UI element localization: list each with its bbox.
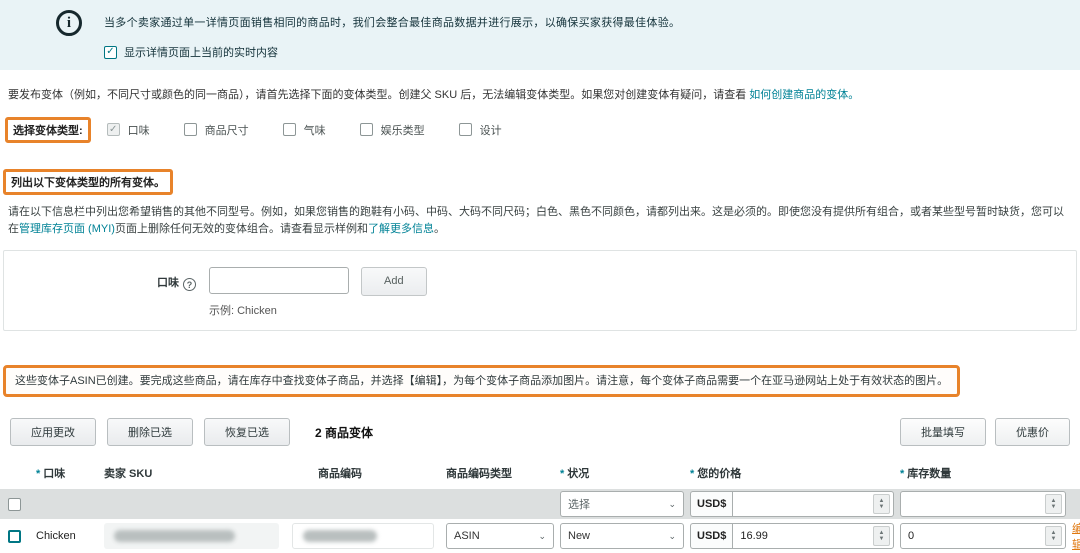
code-cell-redacted[interactable] — [292, 523, 434, 549]
info-icon: i — [56, 10, 82, 36]
variation-option-flavor[interactable]: ✓ 口味 — [107, 122, 150, 138]
list-body-text-3: 。 — [434, 223, 445, 235]
stepper-icon[interactable]: ▲▼ — [873, 494, 890, 514]
annotation-box-variation-type: 选择变体类型: — [5, 117, 91, 143]
header-code-type: 商品编码类型 — [446, 465, 554, 481]
bulk-quantity-input[interactable]: ▲▼ — [900, 491, 1066, 517]
bulk-price-input[interactable]: ▲▼ — [732, 491, 894, 517]
header-sku: 卖家 SKU — [104, 465, 286, 481]
edit-link[interactable]: 编辑 — [1072, 520, 1080, 552]
table-header-row: *口味 卖家 SKU 商品编码 商品编码类型 *状况 *您的价格 *库存数量 — [0, 459, 1080, 489]
stepper-icon[interactable]: ▲▼ — [1045, 494, 1062, 514]
bulk-condition-select[interactable]: 选择 ⌄ — [560, 491, 684, 517]
flavor-checkbox[interactable]: ✓ — [107, 123, 120, 136]
variant-table: *口味 卖家 SKU 商品编码 商品编码类型 *状况 *您的价格 *库存数量 选… — [0, 459, 1080, 553]
variation-option-design[interactable]: 设计 — [459, 122, 502, 138]
delete-selected-button[interactable]: 删除已选 — [107, 418, 193, 446]
learn-more-link[interactable]: 了解更多信息 — [368, 223, 434, 235]
header-quantity: *库存数量 — [900, 465, 1066, 481]
table-row-chicken: Chicken ASIN ⌄ New ⌄ USD$ 16.99 ▲▼ — [0, 519, 1080, 553]
flavor-input[interactable] — [209, 267, 349, 294]
list-variations-heading: 列出以下变体类型的所有变体。 — [11, 177, 165, 189]
scent-checkbox-label: 气味 — [304, 122, 326, 138]
table-toolbar: 应用更改 删除已选 恢复已选 2 商品变体 批量填写 优惠价 — [10, 418, 1070, 446]
header-code: 商品编码 — [292, 465, 440, 481]
how-to-create-variation-link[interactable]: 如何创建商品的变体。 — [749, 89, 859, 101]
stepper-icon[interactable]: ▲▼ — [1045, 526, 1062, 546]
help-icon[interactable]: ? — [183, 278, 196, 291]
flavor-form-card: 口味? Add 示例: Chicken — [3, 250, 1077, 331]
intro-text: 要发布变体（例如，不同尺寸或颜色的同一商品），请首先选择下面的变体类型。创建父 … — [8, 89, 749, 101]
annotation-box-asin-notice: 这些变体子ASIN已创建。要完成这些商品，请在库存中查找变体子商品，并选择【编辑… — [3, 365, 960, 398]
header-condition: *状况 — [560, 465, 684, 481]
size-checkbox[interactable] — [184, 123, 197, 136]
variation-type-row: 选择变体类型: ✓ 口味 商品尺寸 气味 娱乐类型 设计 — [5, 117, 1080, 143]
flavor-input-label: 口味 — [157, 277, 179, 289]
currency-label: USD$ — [690, 523, 732, 549]
condition-select[interactable]: New ⌄ — [560, 523, 684, 549]
variation-option-size[interactable]: 商品尺寸 — [184, 122, 249, 138]
show-live-content-checkbox[interactable]: ✓ — [104, 46, 117, 59]
chevron-down-icon: ⌄ — [668, 499, 676, 510]
show-live-content-label: 显示详情页面上当前的实时内容 — [124, 44, 278, 60]
design-checkbox[interactable] — [459, 123, 472, 136]
flavor-checkbox-label: 口味 — [128, 122, 150, 138]
quantity-input[interactable]: 0 ▲▼ — [900, 523, 1066, 549]
variation-option-scent[interactable]: 气味 — [283, 122, 326, 138]
bulk-apply-row: 选择 ⌄ USD$ ▲▼ ▲▼ — [0, 489, 1080, 519]
annotation-box-list-heading: 列出以下变体类型的所有变体。 — [3, 169, 173, 195]
sku-cell-redacted[interactable] — [104, 523, 279, 549]
sale-price-button[interactable]: 优惠价 — [995, 418, 1070, 446]
code-type-select[interactable]: ASIN ⌄ — [446, 523, 554, 549]
genre-checkbox[interactable] — [360, 123, 373, 136]
restore-selected-button[interactable]: 恢复已选 — [204, 418, 290, 446]
row-checkbox[interactable] — [8, 530, 21, 543]
flavor-cell: Chicken — [36, 530, 76, 542]
apply-changes-button[interactable]: 应用更改 — [10, 418, 96, 446]
scent-checkbox[interactable] — [283, 123, 296, 136]
size-checkbox-label: 商品尺寸 — [205, 122, 249, 138]
price-input[interactable]: 16.99 ▲▼ — [732, 523, 894, 549]
bulk-fill-button[interactable]: 批量填写 — [900, 418, 986, 446]
variant-count-label: 2 商品变体 — [315, 424, 373, 441]
chevron-down-icon: ⌄ — [668, 531, 676, 542]
header-price: *您的价格 — [690, 465, 894, 481]
info-banner: i 当多个卖家通过单一详情页面销售相同的商品时，我们会整合最佳商品数据并进行展示… — [0, 0, 1080, 70]
flavor-example-text: 示例: Chicken — [209, 302, 1076, 318]
asin-created-notice: 这些变体子ASIN已创建。要完成这些商品，请在库存中查找变体子商品，并选择【编辑… — [15, 375, 948, 387]
add-button[interactable]: Add — [361, 267, 427, 296]
banner-message: 当多个卖家通过单一详情页面销售相同的商品时，我们会整合最佳商品数据并进行展示，以… — [104, 10, 680, 30]
list-body-text-2: 页面上删除任何无效的变体组合。请查看显示样例和 — [115, 223, 368, 235]
stepper-icon[interactable]: ▲▼ — [873, 526, 890, 546]
variation-type-label: 选择变体类型: — [13, 125, 83, 137]
bulk-currency-label: USD$ — [690, 491, 732, 517]
variation-intro: 要发布变体（例如，不同尺寸或颜色的同一商品），请首先选择下面的变体类型。创建父 … — [8, 87, 1072, 104]
chevron-down-icon: ⌄ — [538, 531, 546, 542]
design-checkbox-label: 设计 — [480, 122, 502, 138]
genre-checkbox-label: 娱乐类型 — [381, 122, 425, 138]
variation-option-genre[interactable]: 娱乐类型 — [360, 122, 425, 138]
bulk-row-checkbox[interactable] — [8, 498, 21, 511]
header-flavor: *口味 — [36, 465, 98, 481]
list-variations-body: 请在以下信息栏中列出您希望销售的其他不同型号。例如，如果您销售的跑鞋有小码、中码… — [8, 204, 1072, 238]
manage-inventory-link[interactable]: 管理库存页面 (MYI) — [19, 223, 115, 235]
